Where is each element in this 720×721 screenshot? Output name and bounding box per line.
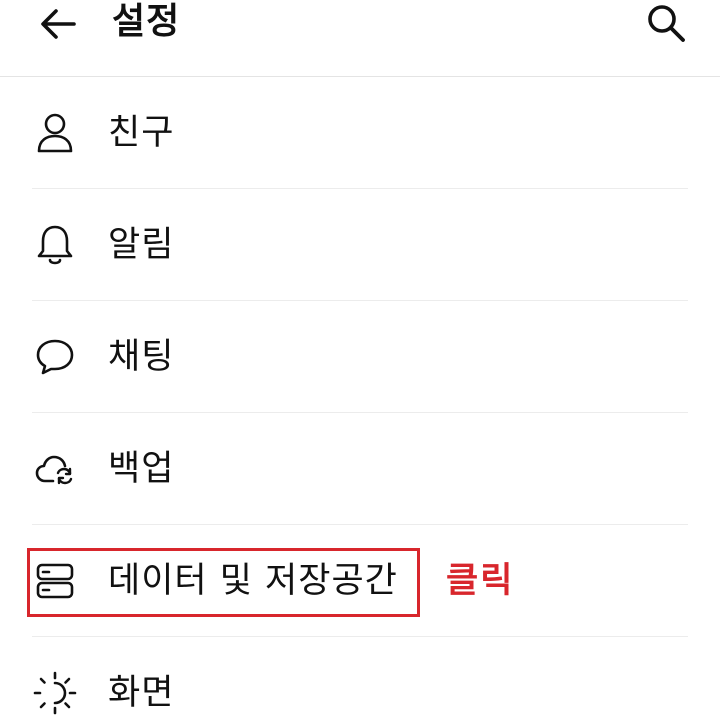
menu-item-label: 친구 (108, 113, 175, 153)
menu-item-backup[interactable]: 백업 (0, 413, 720, 525)
menu-item-data-storage[interactable]: 데이터 및 저장공간 (0, 525, 720, 637)
menu-item-notifications[interactable]: 알림 (0, 189, 720, 301)
search-button[interactable] (640, 0, 692, 46)
settings-screen: 설정 친구 알림 채팅 백업 데이터 및 저장공간 화면 클릭 (0, 0, 720, 721)
arrow-left-icon (38, 6, 78, 42)
menu-item-label: 채팅 (108, 337, 175, 377)
search-icon (646, 3, 686, 43)
menu-item-display[interactable]: 화면 (0, 637, 720, 721)
menu-item-label: 백업 (108, 449, 175, 489)
person-icon (30, 108, 80, 158)
back-button[interactable] (30, 0, 86, 48)
sun-icon (30, 668, 80, 718)
menu-item-label: 화면 (108, 673, 175, 713)
click-annotation: 클릭 (446, 561, 515, 601)
menu-item-chats[interactable]: 채팅 (0, 301, 720, 413)
app-bar: 설정 (0, 0, 720, 77)
menu-item-friends[interactable]: 친구 (0, 77, 720, 189)
cloud-sync-icon (30, 444, 80, 494)
chat-bubble-icon (30, 332, 80, 382)
storage-icon (30, 556, 80, 606)
bell-icon (30, 220, 80, 270)
page-title: 설정 (112, 1, 181, 42)
settings-menu: 친구 알림 채팅 백업 데이터 및 저장공간 화면 (0, 77, 720, 721)
menu-item-label: 알림 (108, 225, 175, 265)
menu-item-label: 데이터 및 저장공간 (108, 561, 398, 601)
